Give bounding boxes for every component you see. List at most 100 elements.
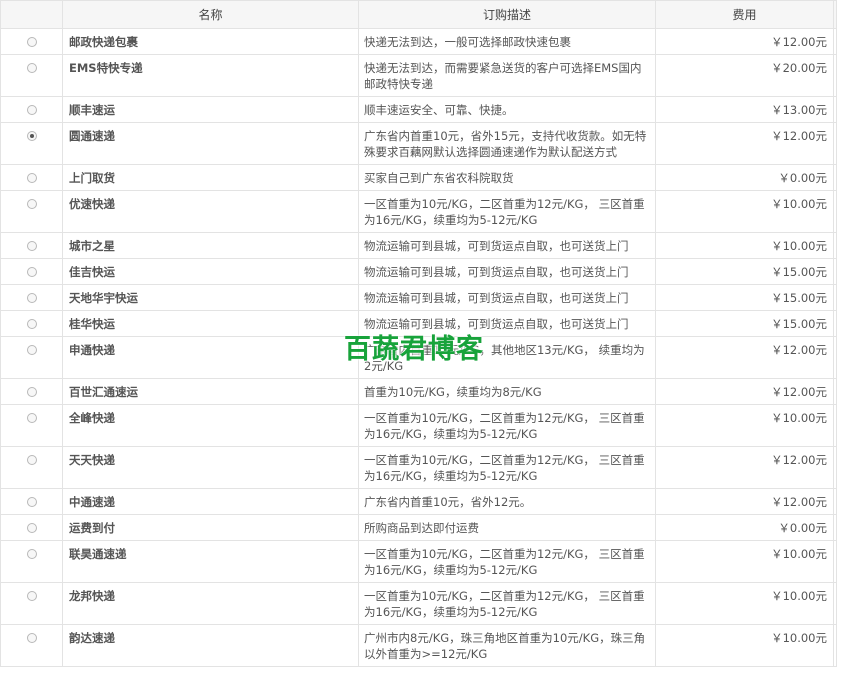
- table-row[interactable]: 天天快递 一区首重为10元/KG，二区首重为12元/KG， 三区首重为16元/KG…: [0, 446, 837, 489]
- shipping-radio-button[interactable]: [26, 131, 37, 141]
- shipping-radio-button[interactable]: [26, 549, 37, 559]
- radio-cell: [0, 54, 63, 97]
- shipping-method-description: 一区首重为10元/KG，二区首重为12元/KG， 三区首重为16元/KG，续重均…: [358, 190, 656, 233]
- table-row[interactable]: 圆通速递 广东省内首重10元，省外15元，支持代收货款。如无特殊要求百藕网默认选择…: [0, 122, 837, 165]
- shipping-method-description: 物流运输可到县城，可到货运点自取，也可送货上门: [358, 310, 656, 337]
- shipping-method-name[interactable]: 中通速递: [62, 488, 359, 515]
- shipping-method-name[interactable]: 韵达速递: [62, 624, 359, 667]
- header-fee: 费用: [655, 0, 834, 29]
- table-row[interactable]: 佳吉快运 物流运输可到县城，可到货运点自取，也可送货上门 ￥15.00元: [0, 258, 837, 285]
- table-row[interactable]: 城市之星 物流运输可到县城，可到货运点自取，也可送货上门 ￥10.00元: [0, 232, 837, 259]
- shipping-radio-button[interactable]: [26, 413, 37, 423]
- shipping-radio-button[interactable]: [26, 63, 37, 73]
- shipping-method-name[interactable]: EMS特快专递: [62, 54, 359, 97]
- shipping-method-name[interactable]: 邮政快递包裹: [62, 28, 359, 55]
- shipping-method-name[interactable]: 申通快递: [62, 336, 359, 379]
- shipping-method-name[interactable]: 优速快递: [62, 190, 359, 233]
- shipping-radio-button[interactable]: [26, 497, 37, 507]
- shipping-radio-button[interactable]: [26, 267, 37, 277]
- table-row[interactable]: 上门取货 买家自己到广东省农科院取货 ￥0.00元: [0, 164, 837, 191]
- shipping-method-name[interactable]: 桂华快运: [62, 310, 359, 337]
- radio-cell: [0, 122, 63, 165]
- shipping-method-name[interactable]: 全峰快递: [62, 404, 359, 447]
- header-name: 名称: [62, 0, 359, 29]
- shipping-radio-button[interactable]: [26, 319, 37, 329]
- shipping-radio-button[interactable]: [26, 241, 37, 251]
- shipping-method-description: 广州市内8元/KG，珠三角地区首重为10元/KG，珠三角以外首重为>=12元/K…: [358, 624, 656, 667]
- radio-cell: [0, 164, 63, 191]
- row-pad: [833, 336, 837, 379]
- table-row[interactable]: 全峰快递 一区首重为10元/KG，二区首重为12元/KG， 三区首重为16元/KG…: [0, 404, 837, 447]
- row-pad: [833, 540, 837, 583]
- table-row[interactable]: 优速快递 一区首重为10元/KG，二区首重为12元/KG， 三区首重为16元/KG…: [0, 190, 837, 233]
- shipping-method-fee: ￥15.00元: [655, 258, 834, 285]
- shipping-method-fee: ￥10.00元: [655, 232, 834, 259]
- table-row[interactable]: 中通速递 广东省内首重10元，省外12元。 ￥12.00元: [0, 488, 837, 515]
- radio-cell: [0, 232, 63, 259]
- table-row[interactable]: 天地华宇快运 物流运输可到县城，可到货运点自取，也可送货上门 ￥15.00元: [0, 284, 837, 311]
- table-header-row: 名称 订购描述 费用: [0, 0, 837, 29]
- table-row[interactable]: 申通快递 广东省内首重12元/KG，其他地区13元/KG， 续重均为2元/KG ￥1…: [0, 336, 837, 379]
- shipping-radio-button[interactable]: [26, 105, 37, 115]
- shipping-method-name[interactable]: 龙邦快递: [62, 582, 359, 625]
- radio-cell: [0, 28, 63, 55]
- radio-cell: [0, 404, 63, 447]
- shipping-radio-button[interactable]: [26, 523, 37, 533]
- shipping-radio-button[interactable]: [26, 633, 37, 643]
- shipping-method-description: 物流运输可到县城，可到货运点自取，也可送货上门: [358, 284, 656, 311]
- table-row[interactable]: EMS特快专递 快递无法到达，而需要紧急送货的客户可选择EMS国内邮政特快专递 ￥2…: [0, 54, 837, 97]
- shipping-radio-button[interactable]: [26, 199, 37, 209]
- shipping-method-name[interactable]: 圆通速递: [62, 122, 359, 165]
- table-row[interactable]: 龙邦快递 一区首重为10元/KG，二区首重为12元/KG， 三区首重为16元/KG…: [0, 582, 837, 625]
- table-row[interactable]: 邮政快递包裹 快递无法到达，一般可选择邮政快速包裹 ￥12.00元: [0, 28, 837, 55]
- shipping-method-description: 广东省内首重10元，省外15元，支持代收货款。如无特殊要求百藕网默认选择圆通速递…: [358, 122, 656, 165]
- row-pad: [833, 446, 837, 489]
- table-row[interactable]: 联昊通速递 一区首重为10元/KG，二区首重为12元/KG， 三区首重为16元/K…: [0, 540, 837, 583]
- shipping-radio-button[interactable]: [26, 591, 37, 601]
- radio-cell: [0, 624, 63, 667]
- table-row[interactable]: 桂华快运 物流运输可到县城，可到货运点自取，也可送货上门 ￥15.00元: [0, 310, 837, 337]
- shipping-method-fee: ￥12.00元: [655, 378, 834, 405]
- shipping-method-fee: ￥15.00元: [655, 310, 834, 337]
- shipping-radio-button[interactable]: [26, 293, 37, 303]
- row-pad: [833, 488, 837, 515]
- shipping-method-rows: 邮政快递包裹 快递无法到达，一般可选择邮政快速包裹 ￥12.00元 EMS特快专递 快递…: [0, 28, 837, 667]
- radio-cell: [0, 258, 63, 285]
- shipping-method-description: 顺丰速运安全、可靠、快捷。: [358, 96, 656, 123]
- shipping-radio-button[interactable]: [26, 173, 37, 183]
- shipping-method-fee: ￥12.00元: [655, 28, 834, 55]
- shipping-method-description: 广东省内首重12元/KG，其他地区13元/KG， 续重均为2元/KG: [358, 336, 656, 379]
- shipping-radio-button[interactable]: [26, 387, 37, 397]
- shipping-method-name[interactable]: 运费到付: [62, 514, 359, 541]
- shipping-method-name[interactable]: 联昊通速递: [62, 540, 359, 583]
- shipping-method-fee: ￥10.00元: [655, 624, 834, 667]
- radio-cell: [0, 96, 63, 123]
- shipping-method-name[interactable]: 天地华宇快运: [62, 284, 359, 311]
- table-row[interactable]: 韵达速递 广州市内8元/KG，珠三角地区首重为10元/KG，珠三角以外首重为>=1…: [0, 624, 837, 667]
- row-pad: [833, 122, 837, 165]
- shipping-method-fee: ￥12.00元: [655, 446, 834, 489]
- radio-cell: [0, 488, 63, 515]
- shipping-method-description: 广东省内首重10元，省外12元。: [358, 488, 656, 515]
- shipping-method-fee: ￥20.00元: [655, 54, 834, 97]
- header-description: 订购描述: [358, 0, 656, 29]
- table-row[interactable]: 百世汇通速运 首重为10元/KG，续重均为8元/KG ￥12.00元: [0, 378, 837, 405]
- shipping-method-name[interactable]: 上门取货: [62, 164, 359, 191]
- table-row[interactable]: 顺丰速运 顺丰速运安全、可靠、快捷。 ￥13.00元: [0, 96, 837, 123]
- shipping-radio-button[interactable]: [26, 345, 37, 355]
- row-pad: [833, 54, 837, 97]
- shipping-method-name[interactable]: 城市之星: [62, 232, 359, 259]
- radio-cell: [0, 540, 63, 583]
- shipping-method-table: 名称 订购描述 费用 邮政快递包裹 快递无法到达，一般可选择邮政快速包裹 ￥12.0…: [0, 0, 837, 667]
- radio-cell: [0, 284, 63, 311]
- header-radio: [0, 0, 63, 29]
- shipping-method-name[interactable]: 百世汇通速运: [62, 378, 359, 405]
- shipping-method-name[interactable]: 天天快递: [62, 446, 359, 489]
- shipping-method-name[interactable]: 佳吉快运: [62, 258, 359, 285]
- shipping-radio-button[interactable]: [26, 455, 37, 465]
- table-row[interactable]: 运费到付 所购商品到达即付运费 ￥0.00元: [0, 514, 837, 541]
- row-pad: [833, 624, 837, 667]
- row-pad: [833, 28, 837, 55]
- shipping-method-name[interactable]: 顺丰速运: [62, 96, 359, 123]
- shipping-radio-button[interactable]: [26, 37, 37, 47]
